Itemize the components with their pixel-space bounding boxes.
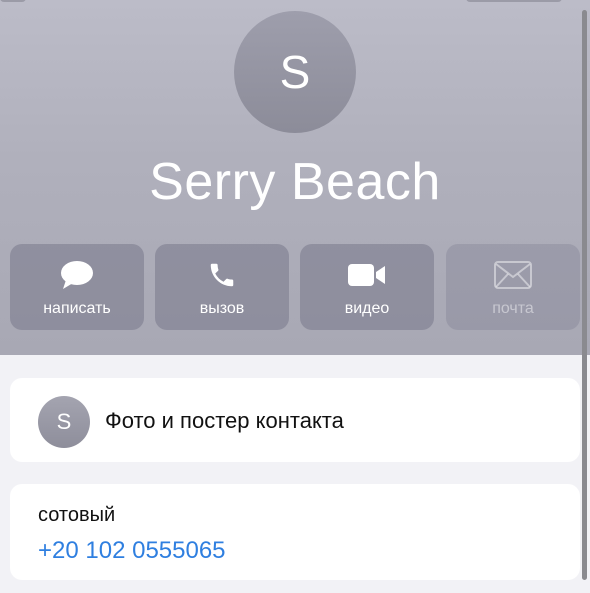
- small-avatar-initial: S: [56, 409, 72, 434]
- top-right-control[interactable]: [466, 0, 562, 2]
- mail-button-label: почта: [492, 300, 534, 317]
- phone-card: сотовый +20 102 0555065: [10, 484, 580, 580]
- small-avatar: S: [38, 396, 90, 448]
- video-camera-icon: [347, 260, 387, 290]
- mail-button[interactable]: почта: [446, 244, 580, 330]
- message-button[interactable]: написать: [10, 244, 144, 330]
- message-bubble-icon: [60, 260, 94, 290]
- phone-type-label: сотовый: [38, 504, 116, 526]
- contact-header: S Serry Beach написать вызов видео почта: [0, 0, 590, 355]
- video-button[interactable]: видео: [300, 244, 434, 330]
- top-left-control[interactable]: [0, 0, 26, 2]
- contact-avatar[interactable]: S: [234, 11, 356, 133]
- message-button-label: написать: [43, 300, 111, 317]
- contact-name: Serry Beach: [149, 153, 441, 211]
- call-button-label: вызов: [199, 300, 245, 317]
- contact-photo-poster-row[interactable]: S Фото и постер контакта: [10, 378, 580, 462]
- call-button[interactable]: вызов: [155, 244, 289, 330]
- video-button-label: видео: [344, 300, 390, 317]
- avatar-initial: S: [279, 46, 311, 98]
- mail-envelope-icon: [494, 260, 532, 290]
- phone-number-link[interactable]: +20 102 0555065: [38, 537, 226, 565]
- scrollbar[interactable]: [582, 10, 587, 580]
- phone-icon: [207, 260, 237, 290]
- contact-photo-poster-label: Фото и постер контакта: [105, 408, 344, 433]
